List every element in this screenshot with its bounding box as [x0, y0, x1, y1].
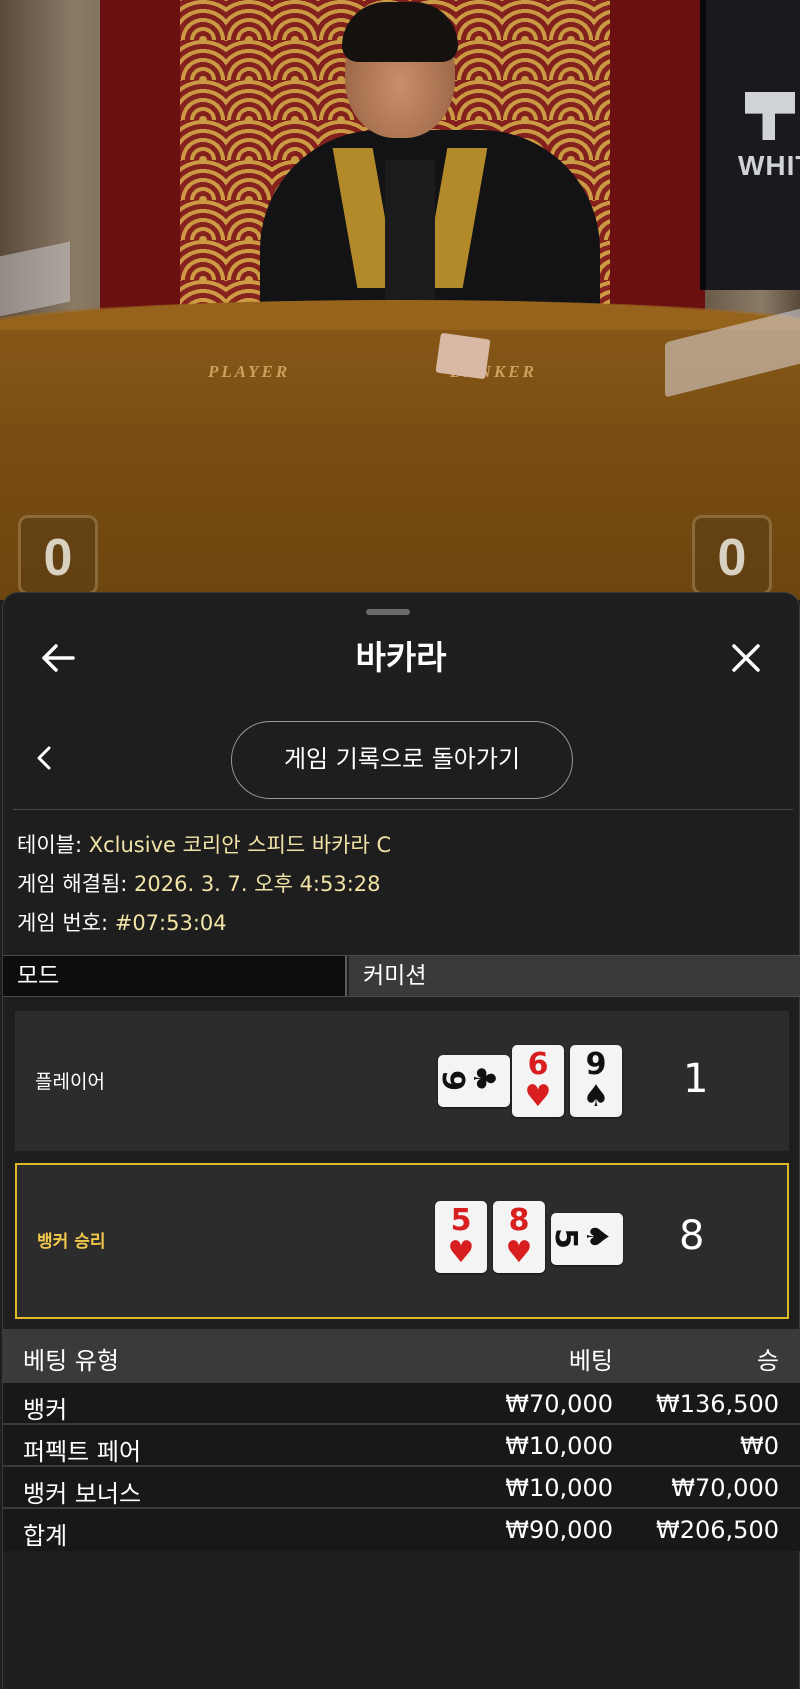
studio-monitor — [700, 0, 800, 290]
table-row: 퍼펙트 페어 ₩10,000 ₩0 — [3, 1425, 800, 1467]
header-win: 승 — [756, 1347, 779, 1375]
spade-icon: ♠ — [578, 1223, 614, 1250]
banker-hand-score: 8 — [679, 1213, 705, 1259]
total-label: 합계 — [23, 1522, 68, 1550]
game-detail-sheet: 바카라 게임 기록으로 돌아가기 테이블: Xclusive 코리안 스피드 바… — [2, 592, 800, 1689]
card-rank: 6 — [527, 1047, 549, 1082]
sheet-grabber[interactable] — [366, 609, 410, 615]
divider — [13, 809, 793, 810]
card-rank: 5 — [450, 1203, 472, 1238]
player-score-box: 0 — [18, 515, 98, 595]
tab-commission[interactable]: 커미션 — [349, 956, 800, 996]
bets-table: 베팅 유형 베팅 승 뱅커 ₩70,000 ₩136,500 퍼펙트 페어 ₩1… — [3, 1329, 800, 1551]
win-amount-cell: ₩0 — [740, 1432, 779, 1460]
studio-monitor-text: WHIT — [738, 150, 800, 181]
heart-icon: ♥ — [524, 1079, 552, 1114]
game-number-value: #07:53:04 — [114, 911, 227, 935]
curtain-red-right — [610, 0, 705, 320]
player-hand-label: 플레이어 — [35, 1071, 105, 1093]
resolved-info: 게임 해결됨: 2026. 3. 7. 오후 4:53:28 — [17, 868, 381, 898]
banker-card-2: 8 ♥ — [493, 1201, 545, 1273]
bet-type-cell: 뱅커 보너스 — [23, 1480, 142, 1508]
banker-score-box: 0 — [692, 515, 772, 595]
live-video: WHIT PLAYER BANKER 0 0 — [0, 0, 800, 600]
player-card-3: 9 ♠ — [570, 1045, 622, 1117]
win-amount-cell: ₩70,000 — [671, 1474, 779, 1502]
table-row: 뱅커 보너스 ₩10,000 ₩70,000 — [3, 1467, 800, 1509]
win-amount-cell: ₩136,500 — [656, 1390, 779, 1418]
total-bet: ₩90,000 — [505, 1516, 613, 1544]
player-card-1: 9 ♣ — [434, 1055, 510, 1107]
previous-game-button[interactable] — [25, 738, 65, 778]
tab-mode[interactable]: 모드 — [3, 956, 347, 996]
table-info-label: 테이블: — [17, 833, 89, 857]
card-rank: 5 — [547, 1228, 583, 1249]
player-hand: 플레이어 9 ♣ 6 ♥ 9 ♠ 1 — [15, 1011, 789, 1151]
club-icon: ♣ — [465, 1065, 501, 1092]
spade-icon: ♠ — [582, 1079, 610, 1114]
dealer-shirt — [385, 160, 435, 300]
bet-type-cell: 퍼펙트 페어 — [23, 1438, 142, 1466]
card-on-table — [435, 332, 491, 380]
bet-amount-cell: ₩70,000 — [505, 1390, 613, 1418]
card-rank: 8 — [508, 1203, 530, 1238]
table-row-total: 합계 ₩90,000 ₩206,500 — [3, 1509, 800, 1551]
table-info-value: Xclusive 코리안 스피드 바카라 C — [88, 833, 392, 857]
card-rank: 9 — [434, 1070, 470, 1091]
resolved-info-label: 게임 해결됨: — [17, 872, 135, 896]
banker-card-1: 5 ♥ — [435, 1201, 487, 1273]
game-number-label: 게임 번호: — [17, 911, 115, 935]
total-win: ₩206,500 — [656, 1516, 779, 1544]
close-button[interactable] — [721, 633, 771, 683]
back-to-history-button[interactable]: 게임 기록으로 돌아가기 — [231, 721, 573, 799]
mode-tabs: 모드 커미션 — [3, 955, 800, 997]
bet-type-cell: 뱅커 — [23, 1396, 68, 1424]
table-player-label: PLAYER — [208, 362, 291, 381]
game-number-info: 게임 번호: #07:53:04 — [17, 907, 227, 937]
curtain-red-left — [100, 0, 185, 320]
header-bet-type: 베팅 유형 — [23, 1347, 119, 1375]
header-bet: 베팅 — [568, 1347, 613, 1375]
banker-hand-label: 뱅커 승리 — [37, 1232, 106, 1252]
bet-amount-cell: ₩10,000 — [505, 1432, 613, 1460]
heart-icon: ♥ — [447, 1235, 475, 1270]
table-row: 뱅커 ₩70,000 ₩136,500 — [3, 1383, 800, 1425]
dealer-hair — [342, 2, 458, 62]
bets-table-header: 베팅 유형 베팅 승 — [3, 1329, 800, 1383]
heart-icon: ♥ — [505, 1235, 533, 1270]
page-title: 바카라 — [355, 638, 447, 677]
player-hand-score: 1 — [683, 1056, 709, 1102]
banker-hand: 뱅커 승리 5 ♥ 8 ♥ 5 ♠ 8 — [15, 1163, 789, 1319]
table-info: 테이블: Xclusive 코리안 스피드 바카라 C — [17, 829, 391, 859]
chevron-left-icon — [37, 746, 51, 770]
bet-amount-cell: ₩10,000 — [505, 1474, 613, 1502]
card-rank: 9 — [585, 1047, 607, 1082]
close-icon — [732, 644, 760, 672]
player-card-2: 6 ♥ — [512, 1045, 564, 1117]
resolved-info-value: 2026. 3. 7. 오후 4:53:28 — [134, 872, 381, 896]
banker-card-3: 5 ♠ — [547, 1213, 623, 1265]
